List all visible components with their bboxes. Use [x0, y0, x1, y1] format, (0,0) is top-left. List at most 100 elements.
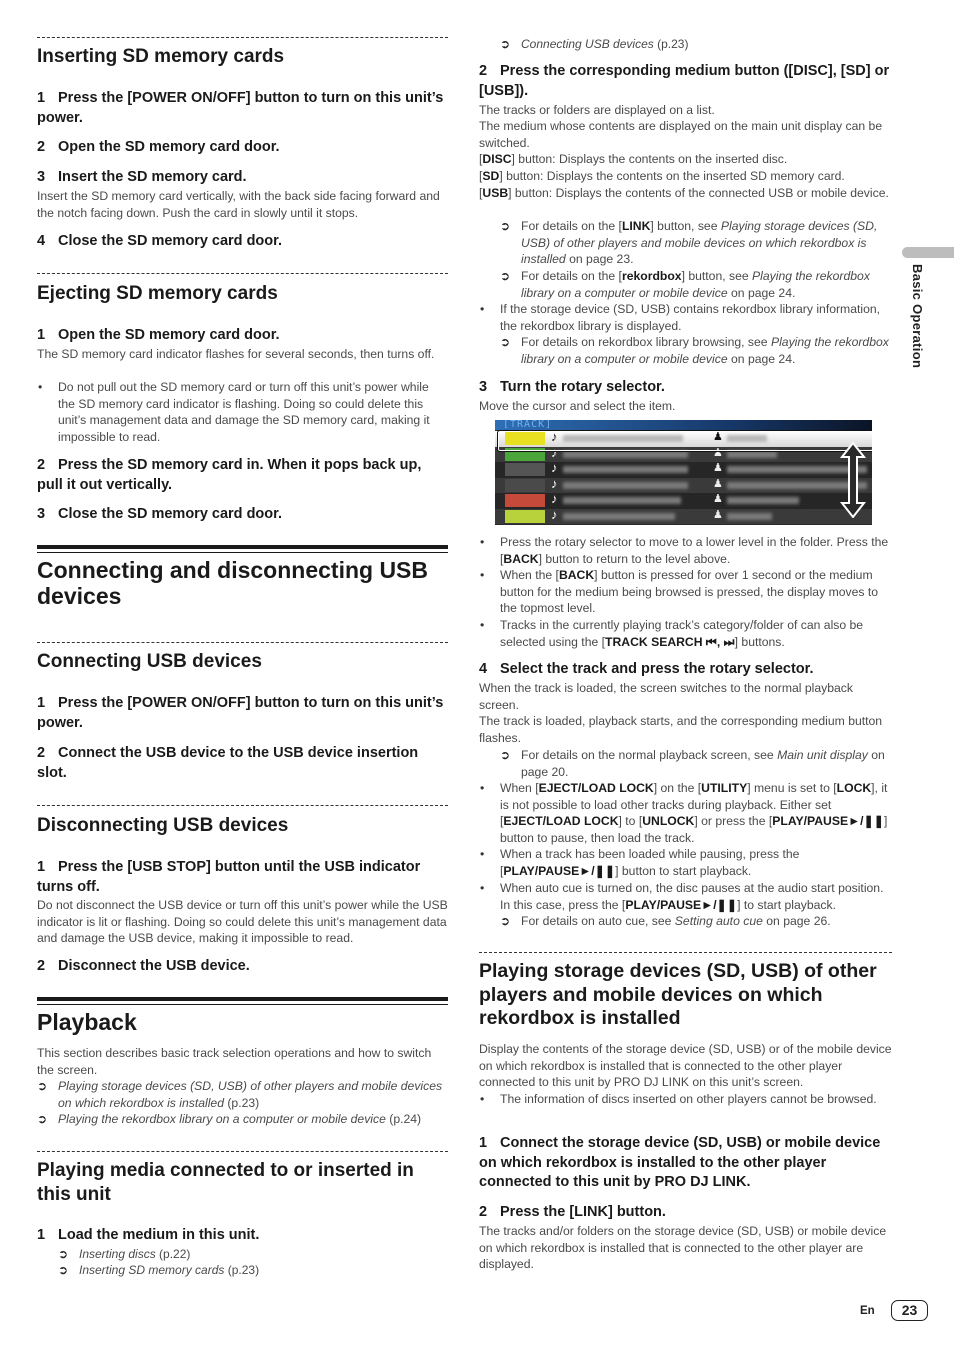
chapter-rule-thin	[37, 1004, 448, 1005]
ref-arrow-icon: ➲	[58, 1247, 69, 1261]
link-step-2-body: The tracks and/or folders on the storage…	[479, 1224, 887, 1271]
artist-icon: ♟	[713, 476, 723, 490]
connecting-step-1: 1 Press the [POWER ON/OFF] button to turn…	[37, 695, 444, 731]
playback-ref-link[interactable]: ➲ Playing storage devices (SD, USB) of ot…	[37, 1078, 448, 1111]
pause-load-bullet: When a track has been loaded while pausi…	[479, 846, 892, 879]
heading-playing-media: Playing media connected to or inserted i…	[37, 1160, 414, 1205]
ejecting-step-1-body: The SD memory card indicator flashes for…	[37, 347, 435, 361]
section-divider	[37, 642, 448, 643]
playback-ref-rekordbox[interactable]: ➲ Playing the rekordbox library on a comp…	[37, 1111, 448, 1128]
media-step-1: 1 Load the medium in this unit.	[37, 1227, 260, 1243]
ref-arrow-icon: ➲	[37, 1079, 48, 1093]
ref-arrow-icon: ➲	[500, 269, 511, 283]
ref-arrow-icon: ➲	[500, 914, 511, 928]
footer-language: En	[860, 1305, 875, 1317]
usb-button-desc: [USB] button: Displays the contents of t…	[479, 186, 889, 200]
inserting-step-1: 1 Press the [POWER ON/OFF] button to turn…	[37, 90, 444, 126]
disc-button-desc: [DISC] button: Displays the contents on …	[479, 152, 788, 166]
medium-step-2-body2: The medium whose contents are displayed …	[479, 119, 883, 150]
blurred-track-title	[563, 481, 688, 489]
ejecting-step-2: 2 Press the SD memory card in. When it po…	[37, 457, 422, 493]
select-step-4-body2: The track is loaded, playback starts, an…	[479, 714, 883, 745]
rotary-step-3-body: Move the cursor and select the item.	[479, 399, 676, 413]
chapter-rule	[37, 997, 448, 1001]
media-ref-inserting-discs[interactable]: ➲ Inserting discs (p.22)	[58, 1246, 448, 1263]
chapter-rule-thin	[37, 552, 448, 553]
sd-button-desc: [SD] button: Displays the contents on th…	[479, 169, 845, 183]
track-list-display: [TRACK] ♪ ♟ ♪ ♟ ♪ ♟ ♪ ♟ ♪ ♟ ♪ ♟	[495, 420, 872, 525]
link-step-2: 2 Press the [LINK] button.	[479, 1204, 666, 1220]
ejecting-step-3: 3 Close the SD memory card door.	[37, 506, 283, 522]
music-note-icon: ♪	[551, 491, 558, 506]
track-list-row[interactable]: ♪ ♟	[495, 506, 872, 524]
artist-icon: ♟	[713, 461, 723, 474]
album-art-thumbnail	[505, 478, 545, 492]
heading-playback: Playback	[37, 1009, 137, 1035]
ref-arrow-icon: ➲	[500, 335, 511, 349]
disconnecting-step-1-body: Do not disconnect the USB device or turn…	[37, 898, 448, 945]
music-note-icon: ♪	[551, 506, 558, 522]
selection-cursor	[497, 430, 872, 452]
link-section-intro: Display the contents of the storage devi…	[479, 1042, 892, 1089]
section-divider	[37, 37, 448, 38]
ref-auto-cue[interactable]: ➲ For details on auto cue, see Setting au…	[500, 913, 892, 930]
music-note-icon: ♪	[551, 460, 558, 475]
medium-step-2: 2 Press the corresponding medium button (…	[479, 63, 890, 99]
auto-cue-bullet: When auto cue is turned on, the disc pau…	[479, 880, 892, 913]
chapter-rule	[37, 545, 448, 549]
chapter-side-tab	[902, 247, 954, 258]
inserting-step-3: 3 Insert the SD memory card.	[37, 169, 247, 185]
heading-connecting-usb: Connecting USB devices	[37, 651, 262, 672]
heading-inserting-sd: Inserting SD memory cards	[37, 46, 285, 67]
music-note-icon: ♪	[551, 475, 558, 491]
ref-link-button[interactable]: ➲ For details on the [LINK] button, see P…	[500, 218, 892, 268]
ref-arrow-icon: ➲	[500, 219, 511, 233]
ref-arrow-icon: ➲	[58, 1263, 69, 1277]
album-art-thumbnail	[505, 494, 545, 507]
scroll-updown-arrow-icon	[840, 442, 866, 518]
ref-arrow-icon: ➲	[500, 37, 511, 51]
section-divider	[37, 1151, 448, 1152]
ejecting-warning-bullet: Do not pull out the SD memory card or tu…	[37, 379, 448, 445]
blurred-track-title	[563, 512, 675, 520]
section-divider	[37, 273, 448, 274]
heading-ejecting-sd: Ejecting SD memory cards	[37, 283, 278, 304]
artist-icon: ♟	[713, 507, 723, 521]
disconnecting-step-1: 1 Press the [USB STOP] button until the U…	[37, 859, 421, 895]
ref-connecting-usb[interactable]: ➲ Connecting USB devices (p.23)	[500, 36, 892, 53]
inserting-step-3-body: Insert the SD memory card vertically, wi…	[37, 189, 440, 220]
ref-rekordbox-button[interactable]: ➲ For details on the [rekordbox] button, …	[500, 268, 892, 301]
ejecting-step-1: 1 Open the SD memory card door.	[37, 327, 280, 343]
blurred-artist-name	[727, 497, 799, 504]
rotary-step-3: 3 Turn the rotary selector.	[479, 379, 665, 395]
rekordbox-library-bullet: If the storage device (SD, USB) contains…	[479, 301, 892, 334]
ref-arrow-icon: ➲	[500, 748, 511, 762]
ref-arrow-icon: ➲	[37, 1112, 48, 1126]
footer-page-number: 23	[891, 1300, 928, 1321]
rotary-bullet-3: Tracks in the currently playing track’s …	[479, 617, 892, 650]
playback-intro: This section describes basic track selec…	[37, 1046, 432, 1077]
heading-link-section: Playing storage devices (SD, USB) of oth…	[479, 960, 877, 1029]
rotary-bullet-1: Press the rotary selector to move to a l…	[479, 534, 892, 567]
medium-step-2-body1: The tracks or folders are displayed on a…	[479, 103, 715, 117]
rotary-bullet-2: When the [BACK] button is pressed for ov…	[479, 567, 892, 617]
inserting-step-2: 2 Open the SD memory card door.	[37, 139, 280, 155]
eject-lock-bullet: When [EJECT/LOAD LOCK] on the [UTILITY] …	[479, 780, 892, 846]
link-section-bullet: The information of discs inserted on oth…	[479, 1091, 892, 1108]
select-step-4-body1: When the track is loaded, the screen swi…	[479, 681, 853, 712]
select-step-4: 4 Select the track and press the rotary s…	[479, 661, 814, 677]
blurred-track-title	[563, 466, 688, 473]
disconnecting-step-2: 2 Disconnect the USB device.	[37, 958, 250, 974]
album-art-thumbnail	[505, 509, 545, 523]
media-ref-inserting-sd[interactable]: ➲ Inserting SD memory cards (p.23)	[58, 1262, 448, 1279]
ref-main-unit-display[interactable]: ➲ For details on the normal playback scre…	[500, 747, 892, 780]
connecting-step-2: 2 Connect the USB device to the USB devic…	[37, 745, 419, 781]
ref-library-browsing[interactable]: ➲ For details on rekordbox library browsi…	[500, 334, 892, 367]
section-divider	[37, 805, 448, 806]
heading-usb-section: Connecting and disconnecting USB devices	[37, 557, 429, 609]
artist-icon: ♟	[713, 492, 723, 505]
heading-disconnecting-usb: Disconnecting USB devices	[37, 815, 289, 836]
chapter-side-label: Basic Operation	[910, 264, 925, 369]
album-art-thumbnail	[505, 463, 545, 476]
section-divider	[479, 952, 892, 953]
